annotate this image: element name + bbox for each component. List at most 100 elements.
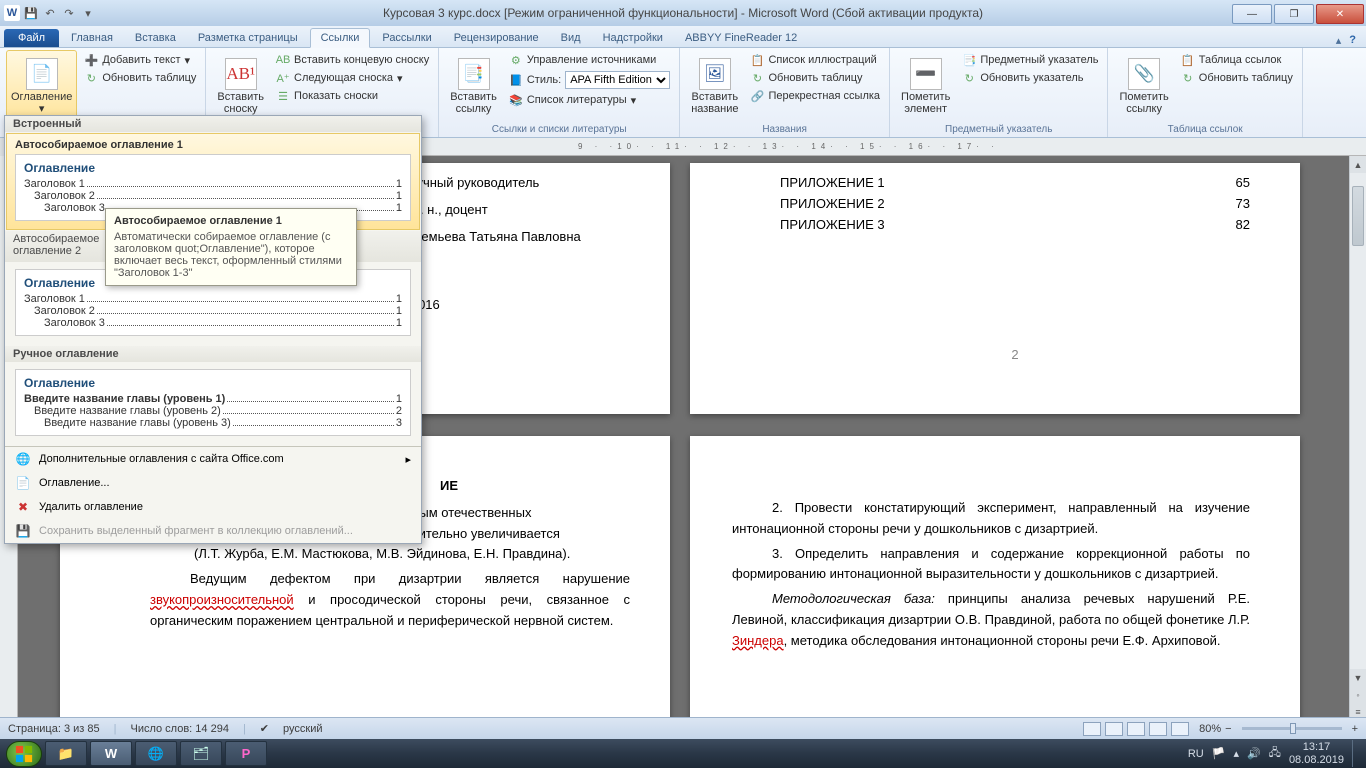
next-footnote-button[interactable]: A⁺Следующая сноска ▾	[273, 70, 432, 86]
table-authorities-button[interactable]: 📋Таблица ссылок	[1178, 52, 1296, 68]
tray-lang[interactable]: RU	[1188, 748, 1204, 760]
start-button[interactable]	[6, 741, 42, 767]
tab-view[interactable]: Вид	[551, 29, 591, 47]
manage-sources-button[interactable]: ⚙Управление источниками	[506, 52, 673, 68]
save-toc-selection-button: 💾Сохранить выделенный фрагмент в коллекц…	[5, 519, 421, 543]
mark-entry-icon: ➖	[910, 58, 942, 90]
more-toc-office-button[interactable]: 🌐Дополнительные оглавления с сайта Offic…	[5, 447, 421, 471]
show-notes-button[interactable]: ☰Показать сноски	[273, 88, 432, 104]
list-figures-button[interactable]: 📋Список иллюстраций	[747, 52, 883, 68]
show-desktop-button[interactable]	[1352, 740, 1360, 767]
group-index: Предметный указатель	[896, 123, 1101, 137]
task-word[interactable]: W	[90, 741, 132, 766]
text: к. п. н., доцент	[400, 200, 630, 221]
close-button[interactable]: ✕	[1316, 4, 1364, 24]
qat-redo-icon[interactable]: ↷	[61, 5, 77, 21]
tab-file[interactable]: Файл	[4, 29, 59, 47]
task-powerpoint[interactable]: P	[225, 741, 267, 766]
footnote-label: Вставить сноску	[217, 91, 264, 115]
bibliography-button[interactable]: 📚Список литературы ▾	[506, 92, 673, 108]
task-chrome[interactable]: 🌐	[135, 741, 177, 766]
mark-citation-icon: 📎	[1128, 58, 1160, 90]
caption-icon: 🖼	[699, 58, 731, 90]
insert-endnote-button[interactable]: ABВставить концевую сноску	[273, 52, 432, 68]
task-folder[interactable]: 🗂	[180, 741, 222, 766]
text: Научный руководитель	[400, 173, 630, 194]
status-page[interactable]: Страница: 3 из 85	[8, 723, 100, 735]
maximize-button[interactable]: ❐	[1274, 4, 1314, 24]
qat-save-icon[interactable]: 💾	[23, 5, 39, 21]
minimize-button[interactable]: —	[1232, 4, 1272, 24]
update-authorities-button[interactable]: ↻Обновить таблицу	[1178, 70, 1296, 86]
gallery-tooltip: Автособираемое оглавление 1 Автоматическ…	[105, 208, 357, 286]
add-text-button[interactable]: ➕Добавить текст ▾	[81, 52, 199, 68]
ruler-marks: 9 · ·10· · 11· · 12· · 13· · 14· · 15· ·…	[578, 142, 999, 151]
tab-review[interactable]: Рецензирование	[444, 29, 549, 47]
tab-addins[interactable]: Надстройки	[593, 29, 673, 47]
vertical-scrollbar[interactable]: ▲ ▼ ◦ ≡	[1349, 156, 1366, 720]
insert-index-button[interactable]: 📑Предметный указатель	[959, 52, 1101, 68]
view-print-icon[interactable]	[1083, 722, 1101, 736]
tooltip-body: Автоматически собираемое оглавление (с з…	[114, 231, 342, 279]
tray-flag-icon[interactable]: 🏳️	[1212, 747, 1226, 760]
tab-mailings[interactable]: Рассылки	[372, 29, 441, 47]
page-4[interactable]: 2. Провести констатирующий эксперимент, …	[690, 436, 1300, 720]
tooltip-title: Автособираемое оглавление 1	[114, 215, 348, 227]
insert-citation-button[interactable]: 📑 Вставить ссылку	[445, 50, 502, 123]
mark-citation-button[interactable]: 📎 Пометить ссылку	[1114, 50, 1173, 123]
zoom-level[interactable]: 80%	[1199, 723, 1221, 735]
scroll-down-icon[interactable]: ▼	[1350, 669, 1366, 686]
view-outline-icon[interactable]	[1149, 722, 1167, 736]
tab-layout[interactable]: Разметка страницы	[188, 29, 308, 47]
view-draft-icon[interactable]	[1171, 722, 1189, 736]
tray-clock[interactable]: 13:17 08.08.2019	[1289, 741, 1344, 765]
update-toc-button[interactable]: ↻Обновить таблицу	[81, 70, 199, 86]
view-read-icon[interactable]	[1105, 722, 1123, 736]
citation-style-select[interactable]: 📘Стиль: APA Fifth Edition	[506, 70, 673, 90]
zoom-out-button[interactable]: −	[1225, 723, 1231, 735]
status-bar: Страница: 3 из 85| Число слов: 14 294| ✔…	[0, 717, 1366, 739]
cross-reference-button[interactable]: 🔗Перекрестная ссылка	[747, 88, 883, 104]
text: Артемьева Татьяна Павловна	[400, 227, 630, 248]
page-2[interactable]: ПРИЛОЖЕНИЕ 165 ПРИЛОЖЕНИЕ 273 ПРИЛОЖЕНИЕ…	[690, 163, 1300, 414]
scroll-thumb[interactable]	[1352, 186, 1364, 246]
toc-manual-item[interactable]: Оглавление Введите название главы (урове…	[6, 363, 420, 445]
insert-caption-button[interactable]: 🖼 Вставить название	[686, 50, 743, 123]
zoom-in-button[interactable]: +	[1352, 723, 1358, 735]
tab-home[interactable]: Главная	[61, 29, 123, 47]
tab-insert[interactable]: Вставка	[125, 29, 186, 47]
remove-toc-button[interactable]: ✖Удалить оглавление	[5, 495, 421, 519]
text: – 2016	[400, 295, 630, 316]
spellcheck-icon[interactable]: ✔	[260, 722, 269, 735]
update-index-button[interactable]: ↻Обновить указатель	[959, 70, 1101, 86]
page-number: 2	[780, 345, 1250, 366]
insert-footnote-button[interactable]: AB¹ Вставить сноску	[212, 50, 269, 123]
scroll-up-icon[interactable]: ▲	[1350, 156, 1366, 173]
view-web-icon[interactable]	[1127, 722, 1145, 736]
toc-dialog-icon: 📄	[15, 475, 31, 491]
qat-undo-icon[interactable]: ↶	[42, 5, 58, 21]
mark-entry-button[interactable]: ➖ Пометить элемент	[896, 50, 955, 123]
prev-page-icon[interactable]: ◦	[1350, 686, 1366, 703]
tray-up-icon[interactable]: ▴	[1233, 747, 1239, 760]
tray-volume-icon[interactable]: 🔊	[1247, 747, 1261, 760]
word-icon: W	[4, 5, 20, 21]
zoom-slider[interactable]	[1242, 727, 1342, 730]
tab-references[interactable]: Ссылки	[310, 28, 371, 48]
status-words[interactable]: Число слов: 14 294	[130, 723, 228, 735]
minimize-ribbon-icon[interactable]: ▴	[1336, 34, 1342, 47]
tab-abbyy[interactable]: ABBYY FineReader 12	[675, 29, 807, 47]
help-icon[interactable]: ?	[1349, 34, 1356, 47]
tray-network-icon[interactable]: 🖧	[1269, 744, 1281, 763]
custom-toc-button[interactable]: 📄Оглавление...	[5, 471, 421, 495]
office-icon: 🌐	[15, 451, 31, 467]
status-lang[interactable]: русский	[283, 723, 322, 735]
toc-gallery-dropdown: Встроенный Автособираемое оглавление 1 О…	[4, 115, 422, 544]
save-icon: 💾	[15, 523, 31, 539]
footnote-icon: AB¹	[225, 58, 257, 90]
qat-customize-icon[interactable]: ▾	[80, 5, 96, 21]
update-figures-button[interactable]: ↻Обновить таблицу	[747, 70, 883, 86]
toc-button[interactable]: 📄 Оглавление▾	[6, 50, 77, 123]
task-explorer[interactable]: 📁	[45, 741, 87, 766]
refresh-icon: ↻	[84, 71, 98, 85]
